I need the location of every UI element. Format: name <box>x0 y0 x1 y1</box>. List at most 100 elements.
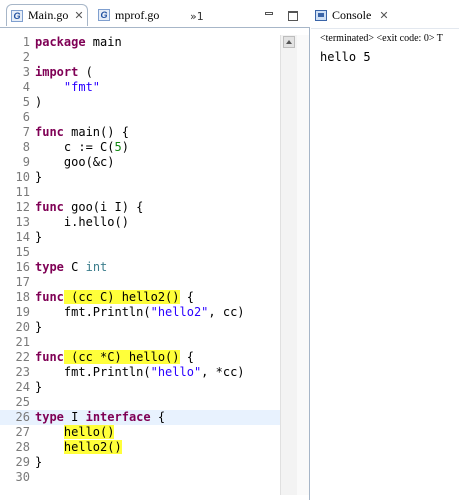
line-number: 27 <box>15 425 30 439</box>
tab-label: Main.go <box>28 8 69 22</box>
line-number: 4 <box>22 80 30 94</box>
code-text[interactable]: } <box>35 320 42 335</box>
code-text[interactable]: "fmt" <box>35 80 100 95</box>
code-line[interactable]: 8 c := C(5) <box>0 140 280 155</box>
code-line[interactable]: 23 fmt.Println("hello", *cc) <box>0 365 280 380</box>
code-line[interactable]: 2 <box>0 50 280 65</box>
code-line[interactable]: 3 import ( <box>0 65 280 80</box>
line-number: 5 <box>22 95 30 109</box>
code-text[interactable]: package main <box>35 35 122 50</box>
code-text[interactable]: } <box>35 170 42 185</box>
console-icon <box>315 9 327 21</box>
code-line[interactable]: 13 i.hello() <box>0 215 280 230</box>
line-number: 3 <box>22 65 30 79</box>
tab-mprof-go[interactable]: G mprof.go <box>94 4 184 26</box>
line-number: 9 <box>22 155 30 169</box>
line-number: 18 <box>15 290 30 304</box>
code-line[interactable]: 29} <box>0 455 280 470</box>
code-line[interactable]: 21 <box>0 335 280 350</box>
code-text[interactable]: } <box>35 230 42 245</box>
tab-main-go[interactable]: G Main.go ✕ <box>6 4 88 26</box>
code-line[interactable]: 20} <box>0 320 280 335</box>
code-text[interactable]: import ( <box>35 65 93 80</box>
line-number: 15 <box>15 245 30 259</box>
code-text[interactable]: ) <box>35 95 42 110</box>
code-line[interactable]: 6 <box>0 110 280 125</box>
line-number: 10 <box>15 170 30 184</box>
code-text[interactable]: func main() { <box>35 125 129 140</box>
close-icon[interactable]: ✕ <box>74 9 83 22</box>
code-text[interactable]: func (cc *C) hello() { <box>35 350 194 365</box>
minimize-button[interactable] <box>264 11 274 21</box>
code-text[interactable]: type I interface { <box>35 410 165 425</box>
console-output: hello 5 <box>320 50 371 64</box>
maximize-button[interactable] <box>288 11 298 21</box>
code-line[interactable]: 12 func goo(i I) { <box>0 200 280 215</box>
code-line[interactable]: 4 "fmt" <box>0 80 280 95</box>
code-line[interactable]: 18 func (cc C) hello2() { <box>0 290 280 305</box>
code-text[interactable]: fmt.Println("hello2", cc) <box>35 305 245 320</box>
code-line[interactable]: 10} <box>0 170 280 185</box>
line-number: 20 <box>15 320 30 334</box>
line-number: 23 <box>15 365 30 379</box>
code-text[interactable]: } <box>35 380 42 395</box>
editor-tab-bar: G Main.go ✕ G mprof.go »1 <box>0 0 310 28</box>
divider <box>311 28 459 29</box>
line-number: 22 <box>15 350 30 364</box>
console-pane: Console ✕ <terminated> <exit code: 0> T … <box>311 0 459 500</box>
code-text[interactable]: fmt.Println("hello", *cc) <box>35 365 245 380</box>
code-line[interactable]: 28 hello2() <box>0 440 280 455</box>
line-number: 24 <box>15 380 30 394</box>
line-number: 19 <box>15 305 30 319</box>
line-number: 7 <box>22 125 30 139</box>
line-number: 6 <box>22 110 30 124</box>
line-number: 25 <box>15 395 30 409</box>
code-line[interactable]: 14} <box>0 230 280 245</box>
code-text[interactable]: i.hello() <box>35 215 129 230</box>
console-status: <terminated> <exit code: 0> T <box>320 33 443 44</box>
line-number: 21 <box>15 335 30 349</box>
line-number: 29 <box>15 455 30 469</box>
line-number: 14 <box>15 230 30 244</box>
tab-console[interactable]: Console ✕ <box>315 4 389 26</box>
code-line[interactable]: 26 type I interface { <box>0 410 280 425</box>
code-text[interactable]: } <box>35 455 42 470</box>
code-line[interactable]: 24} <box>0 380 280 395</box>
code-line[interactable]: 25 <box>0 395 280 410</box>
code-line[interactable]: 27 hello() <box>0 425 280 440</box>
line-number: 12 <box>15 200 30 214</box>
code-text[interactable]: c := C(5) <box>35 140 129 155</box>
code-text[interactable]: func (cc C) hello2() { <box>35 290 194 305</box>
code-line[interactable]: 9 goo(&c) <box>0 155 280 170</box>
code-line[interactable]: 15 <box>0 245 280 260</box>
overview-ruler <box>297 35 309 495</box>
line-number: 2 <box>22 50 30 64</box>
line-number: 16 <box>15 260 30 274</box>
code-text[interactable]: type C int <box>35 260 107 275</box>
code-line[interactable]: 7 func main() { <box>0 125 280 140</box>
editor-pane: G Main.go ✕ G mprof.go »1 1 package main 2… <box>0 0 310 500</box>
tab-overflow-button[interactable]: »1 <box>190 10 204 23</box>
code-text[interactable]: goo(&c) <box>35 155 115 170</box>
code-line[interactable]: 19 fmt.Println("hello2", cc) <box>0 305 280 320</box>
line-number: 1 <box>22 35 30 49</box>
close-icon[interactable]: ✕ <box>379 9 388 22</box>
go-file-icon: G <box>98 9 110 21</box>
code-line[interactable]: 17 <box>0 275 280 290</box>
line-number: 26 <box>15 410 30 424</box>
code-line[interactable]: 11 <box>0 185 280 200</box>
code-text[interactable]: func goo(i I) { <box>35 200 143 215</box>
code-text[interactable]: hello2() <box>35 440 122 455</box>
vertical-scrollbar[interactable] <box>280 35 297 495</box>
line-number: 28 <box>15 440 30 454</box>
code-line[interactable]: 30 <box>0 470 280 485</box>
scroll-up-arrow-icon[interactable] <box>283 36 295 48</box>
code-line[interactable]: 16 type C int <box>0 260 280 275</box>
code-line[interactable]: 22 func (cc *C) hello() { <box>0 350 280 365</box>
code-line[interactable]: 1 package main <box>0 35 280 50</box>
code-line[interactable]: 5) <box>0 95 280 110</box>
code-text[interactable]: hello() <box>35 425 115 440</box>
line-number: 11 <box>15 185 30 199</box>
tab-label: mprof.go <box>115 7 160 22</box>
line-number: 8 <box>22 140 30 154</box>
